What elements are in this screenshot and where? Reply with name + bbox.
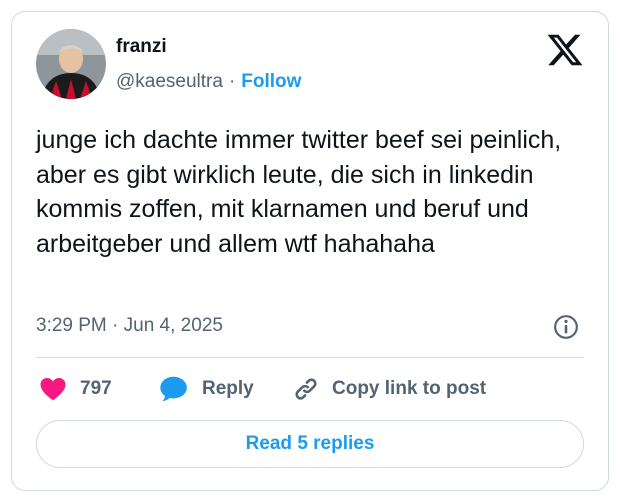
- action-bar: 797 Reply Copy link to post: [36, 374, 586, 404]
- copy-link-label: Copy link to post: [332, 378, 487, 399]
- link-icon: [295, 378, 317, 400]
- divider: [36, 357, 584, 358]
- x-logo-icon[interactable]: [547, 34, 583, 66]
- reply-label: Reply: [202, 378, 254, 399]
- avatar[interactable]: [36, 29, 106, 99]
- separator-dot: ·: [228, 71, 236, 92]
- like-count: 797: [80, 378, 112, 399]
- heart-icon: [40, 377, 66, 401]
- author-name[interactable]: franzi: [116, 36, 167, 58]
- post-card: franzi @kaeseultra · Follow junge ich dach…: [11, 11, 609, 491]
- follow-button[interactable]: Follow: [241, 71, 301, 92]
- read-replies-button[interactable]: Read 5 replies: [36, 420, 584, 468]
- author-handle[interactable]: @kaeseultra: [116, 71, 223, 92]
- timestamp[interactable]: 3:29 PM · Jun 4, 2025: [36, 315, 223, 337]
- speech-bubble-icon: [160, 376, 187, 402]
- author-handle-row: @kaeseultra · Follow: [116, 71, 301, 93]
- reply-button[interactable]: Reply: [160, 374, 254, 404]
- info-icon[interactable]: [553, 314, 579, 340]
- avatar-image: [36, 29, 106, 99]
- copy-link-button[interactable]: Copy link to post: [292, 374, 486, 404]
- tweet-text: junge ich dachte immer twitter beef sei …: [36, 126, 562, 258]
- like-button[interactable]: 797: [40, 374, 112, 404]
